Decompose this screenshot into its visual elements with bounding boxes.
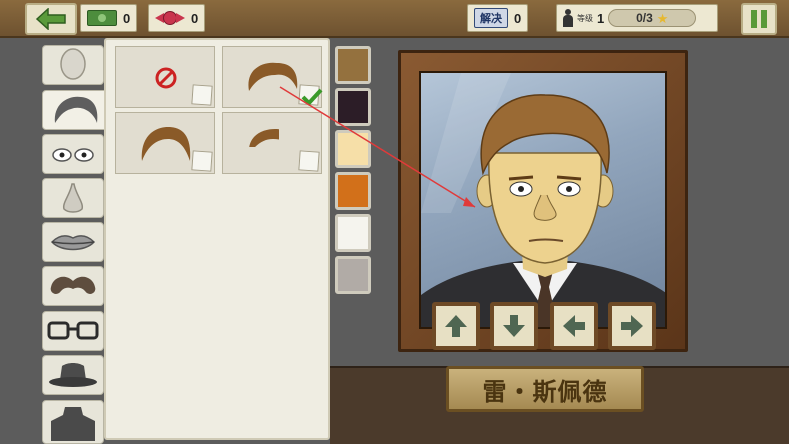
- game-screen: 0 0 解决 0 等级 1 0/3 ★ 雷・斯佩德: [0, 0, 789, 444]
- pointer-line: [279, 86, 476, 208]
